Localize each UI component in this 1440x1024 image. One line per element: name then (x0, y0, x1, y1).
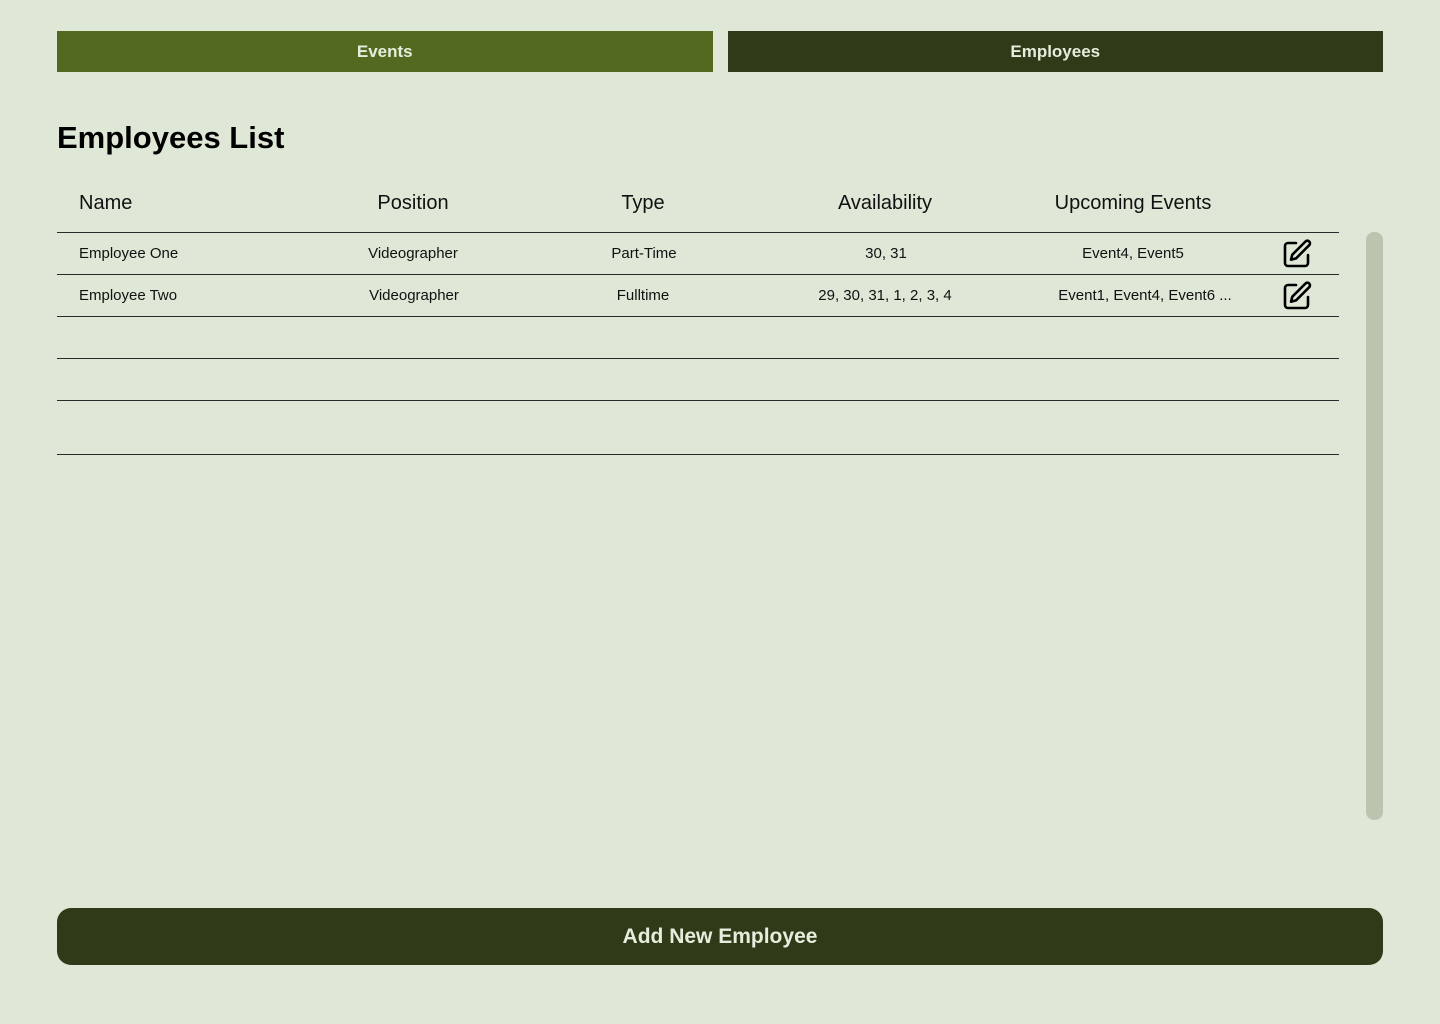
top-nav-tabs: Events Employees (57, 31, 1383, 72)
table-row-empty (57, 317, 1339, 359)
cell-type: Part-Time (611, 245, 677, 262)
cell-type: Fulltime (616, 287, 670, 304)
header-name: Name (79, 192, 133, 214)
table-row: Employee One Videographer Part-Time 30, … (57, 233, 1339, 275)
employees-table: Name Position Type Availability Upcoming… (57, 180, 1339, 455)
header-type: Type (621, 192, 665, 214)
table-row-empty (57, 401, 1339, 455)
cell-availability: 29, 30, 31, 1, 2, 3, 4 (818, 287, 952, 304)
add-new-employee-button[interactable]: Add New Employee (57, 908, 1383, 965)
tab-events[interactable]: Events (57, 31, 713, 72)
tab-employees[interactable]: Employees (727, 31, 1383, 72)
header-upcoming-events: Upcoming Events (1054, 192, 1212, 214)
table-row-empty (57, 359, 1339, 401)
cell-name: Employee Two (79, 287, 178, 304)
table-scrollbar[interactable] (1366, 232, 1383, 820)
edit-icon[interactable] (1281, 280, 1313, 312)
cell-availability: 30, 31 (865, 245, 907, 262)
table-row: Employee Two Videographer Fulltime 29, 3… (57, 275, 1339, 317)
header-position: Position (377, 192, 449, 214)
cell-name: Employee One (79, 245, 179, 262)
cell-position: Videographer (368, 245, 458, 262)
edit-icon[interactable] (1281, 238, 1313, 270)
cell-position: Videographer (369, 287, 459, 304)
header-availability: Availability (837, 192, 933, 214)
page-title: Employees List (57, 120, 285, 155)
cell-upcoming-events: Event1, Event4, Event6 ... (1058, 287, 1232, 304)
cell-upcoming-events: Event4, Event5 (1082, 245, 1184, 262)
table-header: Name Position Type Availability Upcoming… (57, 180, 1339, 233)
